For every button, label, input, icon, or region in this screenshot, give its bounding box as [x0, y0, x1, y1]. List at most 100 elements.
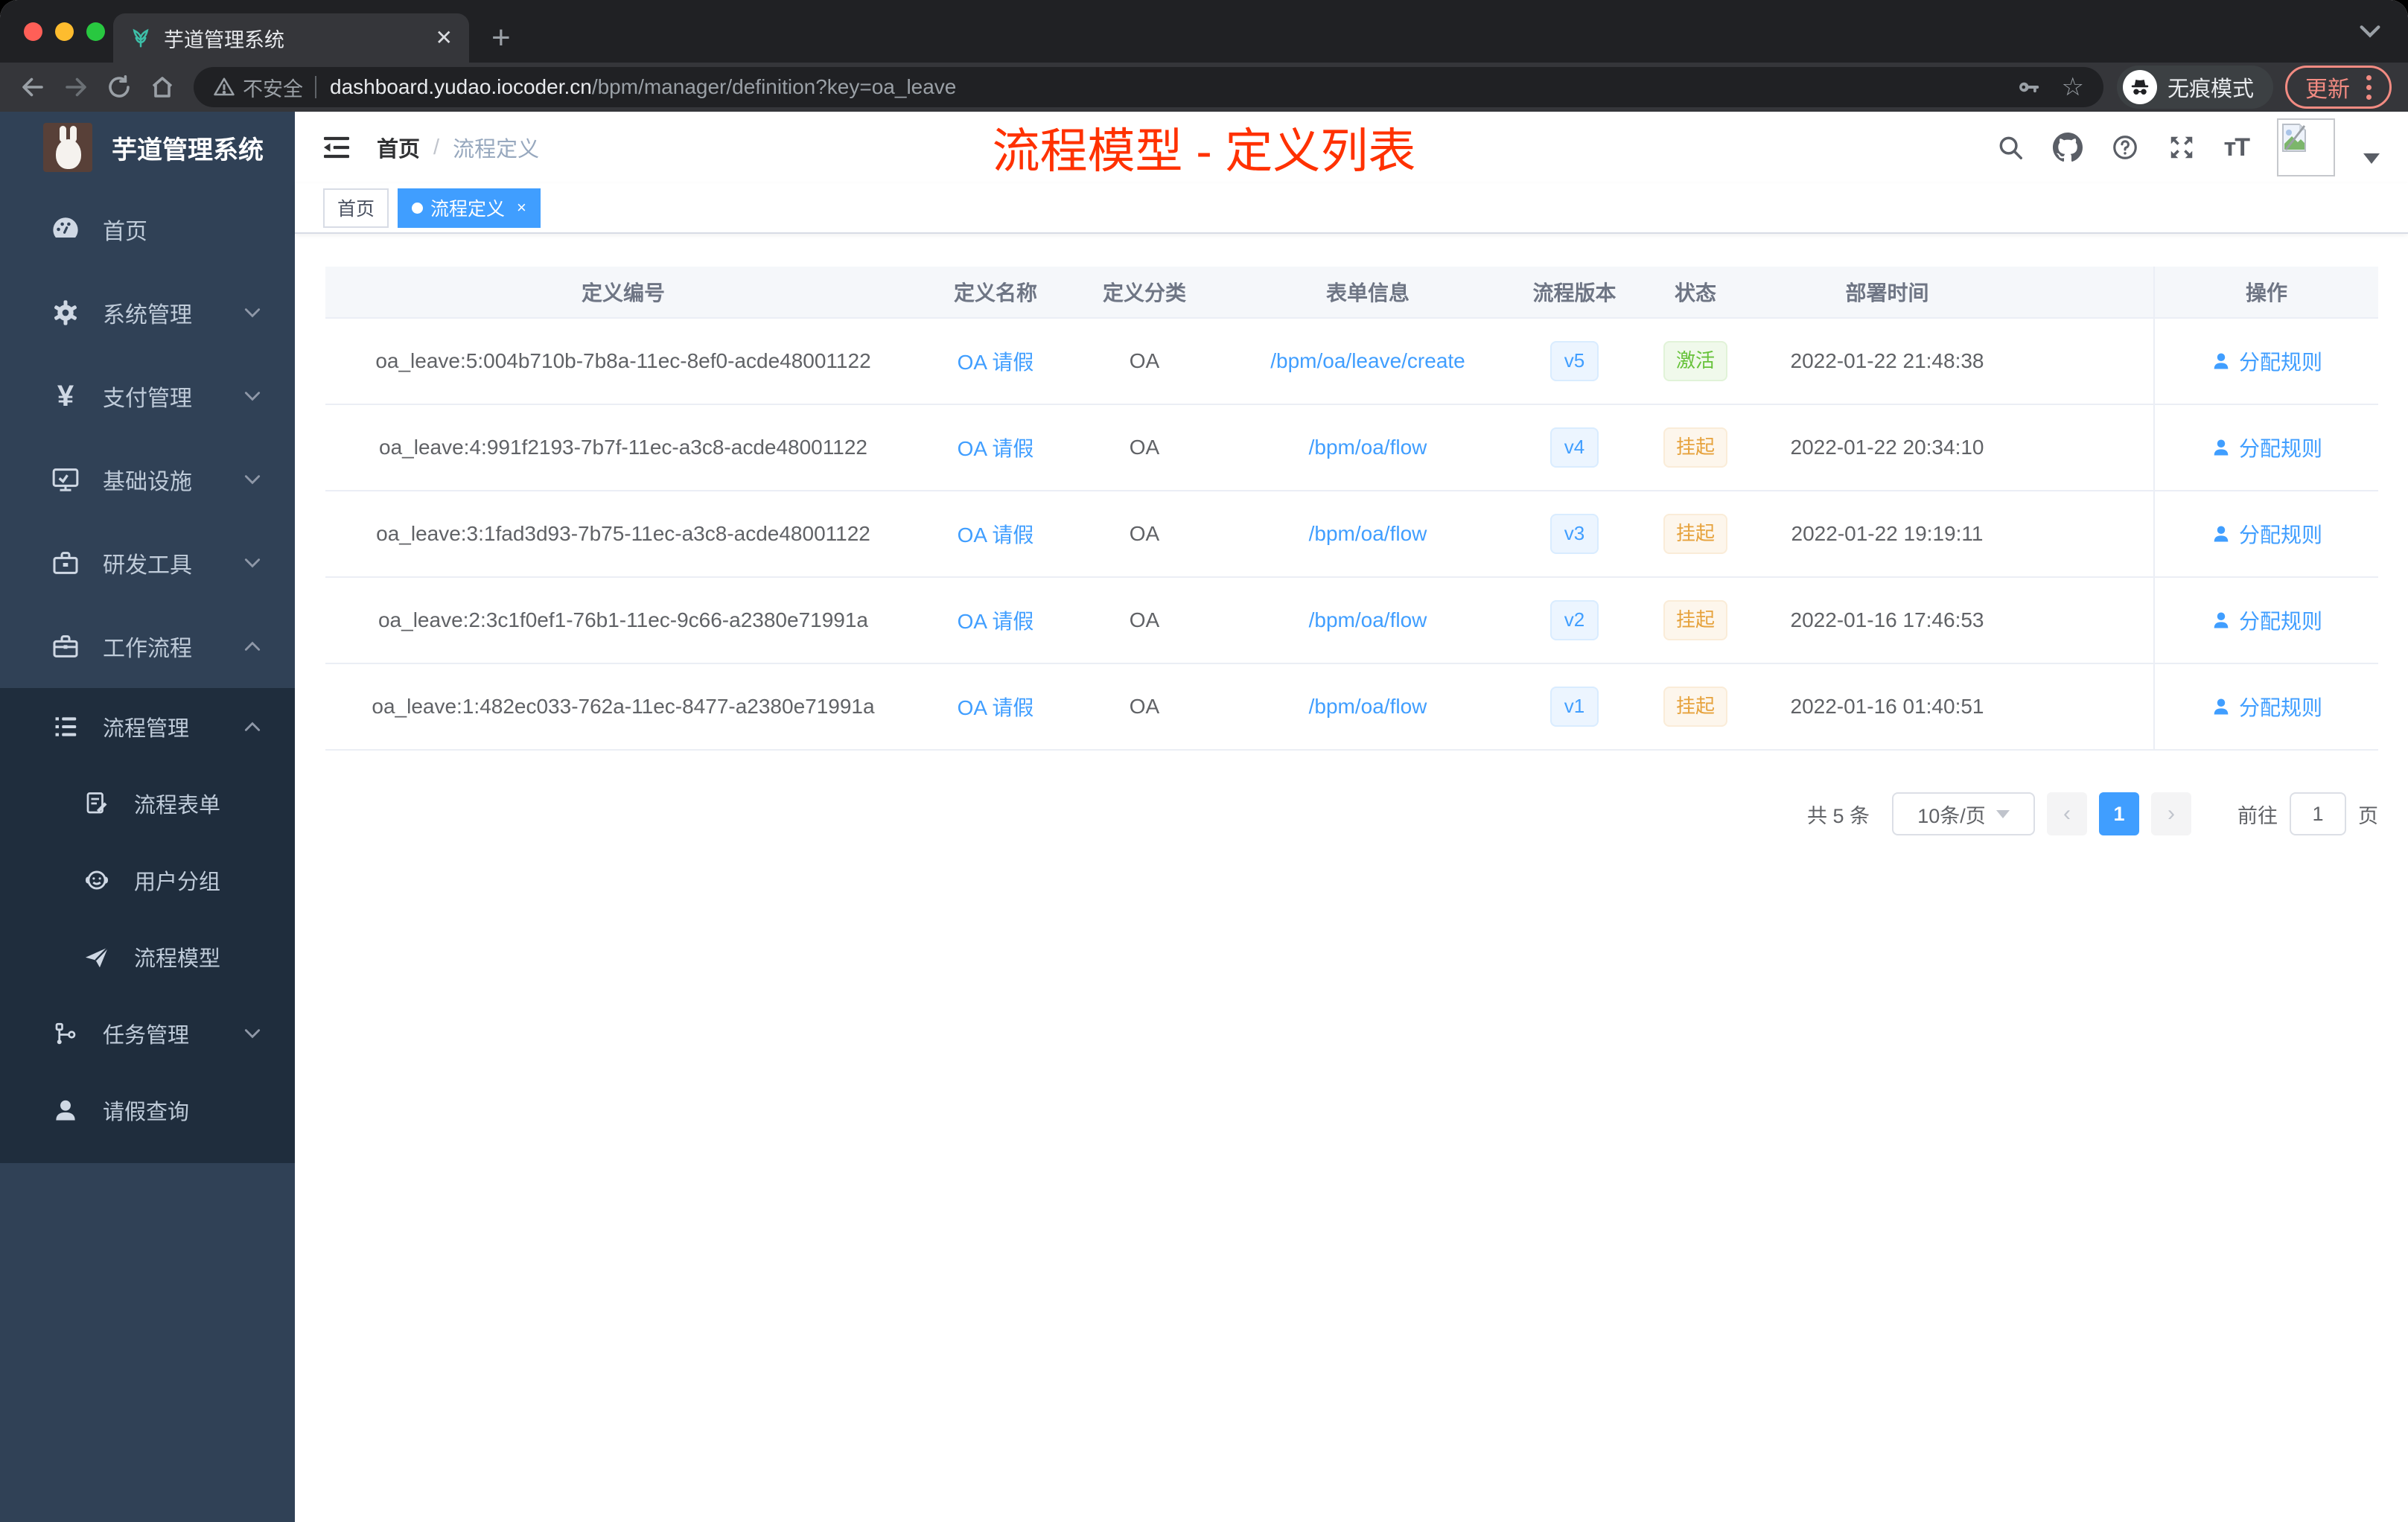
version-tag[interactable]: v1: [1549, 687, 1599, 727]
minimize-window-button[interactable]: [55, 22, 74, 41]
omnibox-divider: [315, 76, 316, 98]
browser-tab[interactable]: 芋道管理系统 ✕: [113, 13, 469, 63]
chevron-down-icon: [243, 389, 262, 403]
sidebar-item-label: 请假查询: [103, 1100, 190, 1124]
browser-tab-strip: 芋道管理系统 ✕ +: [0, 0, 2408, 63]
dashboard-icon: [49, 214, 82, 245]
assign-rule-link[interactable]: 分配规则: [2211, 605, 2322, 635]
assign-rule-link[interactable]: 分配规则: [2211, 433, 2322, 462]
table-row: oa_leave:4:991f2193-7b7f-11ec-a3c8-acde4…: [325, 405, 2378, 491]
zoom-window-button[interactable]: [86, 22, 105, 41]
reload-icon[interactable]: [103, 71, 136, 104]
back-icon[interactable]: [16, 71, 49, 104]
update-label[interactable]: 更新: [2305, 71, 2350, 104]
page-size-select[interactable]: 10条/页: [1892, 792, 2035, 835]
sidebar-item-dev-tools[interactable]: 研发工具: [0, 521, 295, 605]
github-icon[interactable]: [2052, 133, 2083, 162]
sidebar-item-home[interactable]: 首页: [0, 188, 295, 271]
form-link[interactable]: /bpm/oa/flow: [1219, 522, 1517, 546]
fullscreen-icon[interactable]: [2167, 133, 2196, 162]
definition-name-link[interactable]: OA 请假: [921, 692, 1070, 722]
tag-label: 流程定义: [430, 199, 506, 220]
bookmark-star-icon[interactable]: ☆: [2062, 74, 2084, 100]
status-badge[interactable]: 挂起: [1663, 514, 1727, 554]
form-link[interactable]: /bpm/oa/flow: [1219, 436, 1517, 459]
version-tag[interactable]: v2: [1549, 600, 1599, 640]
definition-name-link[interactable]: OA 请假: [921, 433, 1070, 462]
version-tag[interactable]: v4: [1549, 427, 1599, 468]
status-badge[interactable]: 挂起: [1663, 600, 1727, 640]
current-page-button[interactable]: 1: [2099, 792, 2139, 835]
definition-name-link[interactable]: OA 请假: [921, 605, 1070, 635]
form-link[interactable]: /bpm/oa/leave/create: [1219, 349, 1517, 373]
tag-label: 首页: [337, 199, 375, 220]
tab-search-chevron-icon[interactable]: [2357, 22, 2383, 40]
sidebar: 芋道管理系统 首页 系统管理 ¥ 支付管理 基础设施 研发工具 工作流程 流程管…: [0, 112, 295, 1522]
form-link[interactable]: /bpm/oa/flow: [1219, 695, 1517, 719]
new-tab-button[interactable]: +: [491, 16, 511, 60]
definition-name-link[interactable]: OA 请假: [921, 519, 1070, 549]
status-badge[interactable]: 挂起: [1663, 687, 1727, 727]
app-root: 芋道管理系统 首页 系统管理 ¥ 支付管理 基础设施 研发工具 工作流程 流程管…: [0, 112, 2408, 1522]
not-secure-label[interactable]: 不安全: [243, 73, 303, 102]
help-icon[interactable]: [2111, 133, 2139, 162]
sidebar-item-task-management[interactable]: 任务管理: [0, 995, 295, 1072]
sidebar-item-user-group[interactable]: 用户分组: [0, 841, 295, 918]
col-header-category: 定义分类: [1102, 281, 1186, 305]
sidebar-logo[interactable]: 芋道管理系统: [0, 112, 295, 183]
version-tag[interactable]: v3: [1549, 514, 1599, 554]
avatar[interactable]: [2277, 118, 2335, 176]
app-header: 首页 / 流程定义 流程模型 - 定义列表 тT: [295, 112, 2408, 183]
person-icon: [2214, 526, 2229, 542]
definition-name-link[interactable]: OA 请假: [921, 346, 1070, 376]
sidebar-item-leave-query[interactable]: 请假查询: [0, 1072, 295, 1148]
password-key-icon[interactable]: [2016, 74, 2041, 100]
window-controls[interactable]: [24, 22, 105, 41]
form-link[interactable]: /bpm/oa/flow: [1219, 608, 1517, 632]
forward-icon[interactable]: [60, 71, 92, 104]
main-area: 首页 / 流程定义 流程模型 - 定义列表 тT 首页 流程定义 × 定义编号 …: [295, 112, 2408, 1522]
prev-page-button[interactable]: ‹: [2047, 792, 2087, 835]
status-badge[interactable]: 激活: [1663, 341, 1727, 381]
not-secure-warning-icon[interactable]: [213, 76, 235, 98]
font-size-icon[interactable]: тT: [2224, 133, 2250, 162]
sidebar-item-label: 首页: [103, 220, 147, 244]
tag-close-icon[interactable]: ×: [517, 198, 526, 217]
sidebar-item-infrastructure[interactable]: 基础设施: [0, 438, 295, 521]
next-page-button[interactable]: ›: [2151, 792, 2191, 835]
person-icon: [2214, 612, 2229, 628]
sidebar-item-process-management[interactable]: 流程管理: [0, 688, 295, 765]
gear-icon: [49, 298, 82, 328]
url-bar[interactable]: 不安全 dashboard.yudao.iocoder.cn/bpm/manag…: [194, 67, 2103, 107]
tag-home[interactable]: 首页: [323, 188, 389, 228]
status-badge[interactable]: 挂起: [1663, 427, 1727, 468]
tag-process-definition[interactable]: 流程定义 ×: [398, 188, 541, 228]
breadcrumb-home[interactable]: 首页: [377, 132, 420, 163]
col-header-deploy-time: 部署时间: [1845, 281, 1929, 305]
assign-rule-link[interactable]: 分配规则: [2211, 346, 2322, 376]
assign-rule-link[interactable]: 分配规则: [2211, 692, 2322, 722]
sidebar-item-label: 任务管理: [103, 1023, 190, 1048]
sidebar-item-workflow[interactable]: 工作流程: [0, 605, 295, 688]
sidebar-item-system[interactable]: 系统管理: [0, 271, 295, 354]
goto-page-input[interactable]: [2290, 792, 2346, 835]
avatar-dropdown-caret-icon[interactable]: [2363, 153, 2380, 164]
sidebar-item-payment[interactable]: ¥ 支付管理: [0, 354, 295, 438]
table-row: oa_leave:1:482ec033-762a-11ec-8477-a2380…: [325, 664, 2378, 751]
sidebar-item-process-model[interactable]: 流程模型: [0, 918, 295, 995]
search-icon[interactable]: [1996, 133, 2025, 162]
col-header-action: 操作: [2153, 267, 2378, 317]
sidebar-fold-icon[interactable]: [322, 135, 351, 160]
tab-close-icon[interactable]: ✕: [436, 28, 453, 48]
sidebar-item-process-form[interactable]: 流程表单: [0, 765, 295, 841]
assign-rule-link[interactable]: 分配规则: [2211, 519, 2322, 549]
close-window-button[interactable]: [24, 22, 42, 41]
definition-id-cell: oa_leave:3:1fad3d93-7b75-11ec-a3c8-acde4…: [376, 522, 870, 545]
col-header-version: 流程版本: [1532, 281, 1617, 305]
browser-update-button[interactable]: 更新: [2285, 66, 2392, 109]
chevron-up-icon: [243, 640, 262, 653]
version-tag[interactable]: v5: [1549, 341, 1599, 381]
home-icon[interactable]: [146, 71, 179, 104]
sidebar-item-label: 用户分组: [134, 870, 221, 894]
browser-menu-icon[interactable]: [2366, 74, 2372, 100]
